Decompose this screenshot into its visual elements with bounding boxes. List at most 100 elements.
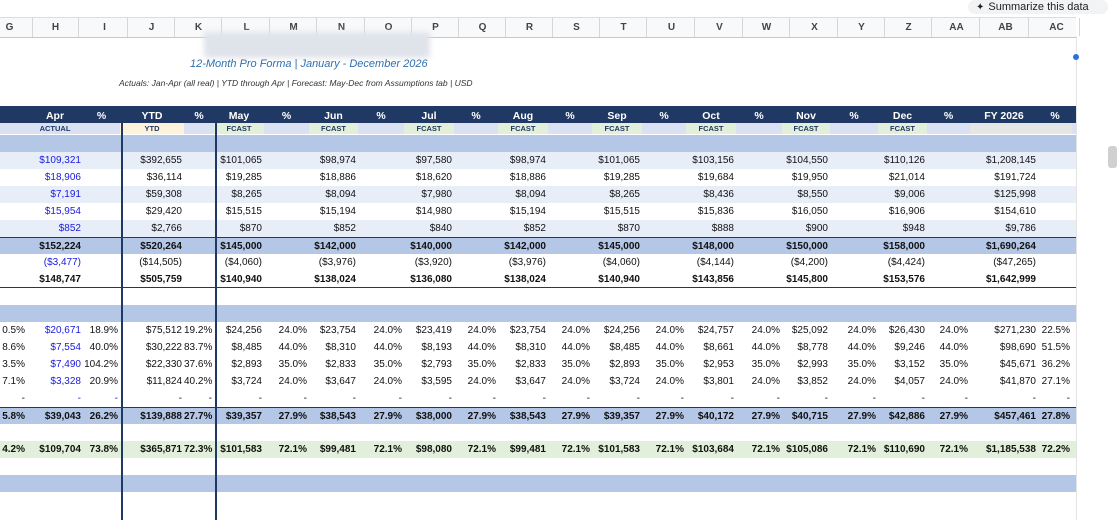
- row-15-col-0[interactable]: -: [0, 390, 27, 407]
- row-8-col-5[interactable]: $140,940: [214, 271, 264, 287]
- row-15-col-1[interactable]: -: [27, 390, 83, 407]
- row-4-col-17[interactable]: $16,050: [782, 203, 830, 220]
- row-16-col-3[interactable]: $139,888: [120, 408, 184, 424]
- row-8-col-3[interactable]: $505,759: [120, 271, 184, 287]
- row-13-col-6[interactable]: 35.0%: [264, 356, 309, 373]
- row-14-col-18[interactable]: 24.0%: [830, 373, 878, 390]
- subheader-col-21[interactable]: [970, 123, 1038, 134]
- row-6-col-4[interactable]: [184, 238, 214, 254]
- subheader-col-5[interactable]: FCAST: [214, 123, 264, 134]
- subheader-col-10[interactable]: [454, 123, 498, 134]
- row-3-col-19[interactable]: $9,006: [878, 186, 927, 203]
- subheader-col-6[interactable]: [264, 123, 309, 134]
- summarize-button[interactable]: ✦ Summarize this data: [968, 0, 1108, 14]
- row-7-col-18[interactable]: [830, 254, 878, 271]
- row-14-col-1[interactable]: $3,328: [27, 373, 83, 390]
- subheader-col-16[interactable]: [736, 123, 782, 134]
- row-16-col-21[interactable]: $457,461: [970, 408, 1038, 424]
- row-6-col-18[interactable]: [830, 238, 878, 254]
- row-18-col-20[interactable]: 72.1%: [927, 441, 970, 458]
- row-2-col-7[interactable]: $18,886: [309, 169, 358, 186]
- row-14-col-16[interactable]: 24.0%: [736, 373, 782, 390]
- row-7-col-2[interactable]: [83, 254, 120, 271]
- row-11-col-16[interactable]: 24.0%: [736, 322, 782, 339]
- row-14-col-7[interactable]: $3,647: [309, 373, 358, 390]
- row-11-col-2[interactable]: 18.9%: [83, 322, 120, 339]
- row-4-col-8[interactable]: [358, 203, 404, 220]
- row-16-col-9[interactable]: $38,000: [404, 408, 454, 424]
- row-6-col-7[interactable]: $142,000: [309, 238, 358, 254]
- row-18-col-0[interactable]: 4.2%: [0, 441, 27, 458]
- row-15-col-21[interactable]: -: [970, 390, 1038, 407]
- row-8-col-12[interactable]: [548, 271, 592, 287]
- row-15-col-15[interactable]: -: [686, 390, 736, 407]
- vertical-scrollbar[interactable]: [1108, 146, 1117, 168]
- row-6-col-1[interactable]: $152,224: [27, 238, 83, 254]
- header-col-2[interactable]: %: [83, 106, 120, 123]
- row-15-col-17[interactable]: -: [782, 390, 830, 407]
- header-col-11[interactable]: Aug: [498, 106, 548, 123]
- row-5-col-1[interactable]: $852: [27, 220, 83, 237]
- header-col-9[interactable]: Jul: [404, 106, 454, 123]
- row-16-col-10[interactable]: 27.9%: [454, 408, 498, 424]
- row-8-col-0[interactable]: [0, 271, 27, 287]
- row-6-col-17[interactable]: $150,000: [782, 238, 830, 254]
- column-letter-x[interactable]: X: [792, 18, 838, 37]
- row-18-col-5[interactable]: $101,583: [214, 441, 264, 458]
- row-1-col-10[interactable]: [454, 152, 498, 169]
- row-1-col-1[interactable]: $109,321: [27, 152, 83, 169]
- row-11-col-19[interactable]: $26,430: [878, 322, 927, 339]
- row-15-col-11[interactable]: -: [498, 390, 548, 407]
- row-13-col-4[interactable]: 37.6%: [184, 356, 214, 373]
- row-4-col-20[interactable]: [927, 203, 970, 220]
- row-7-col-6[interactable]: [264, 254, 309, 271]
- row-18-col-9[interactable]: $98,080: [404, 441, 454, 458]
- header-col-5[interactable]: May: [214, 106, 264, 123]
- row-3-col-8[interactable]: [358, 186, 404, 203]
- row-3-col-6[interactable]: [264, 186, 309, 203]
- row-12-col-19[interactable]: $9,246: [878, 339, 927, 356]
- row-16-col-18[interactable]: 27.9%: [830, 408, 878, 424]
- row-13-col-16[interactable]: 35.0%: [736, 356, 782, 373]
- row-15-col-4[interactable]: -: [184, 390, 214, 407]
- row-6-col-10[interactable]: [454, 238, 498, 254]
- row-11-col-17[interactable]: $25,092: [782, 322, 830, 339]
- header-col-15[interactable]: Oct: [686, 106, 736, 123]
- column-header-bar[interactable]: G H I J K L M N O P Q R S T U V W X Y Z AA AB AC: [0, 17, 1080, 38]
- row-12-col-20[interactable]: 44.0%: [927, 339, 970, 356]
- row-4-col-3[interactable]: $29,420: [120, 203, 184, 220]
- row-1-col-8[interactable]: [358, 152, 404, 169]
- row-6-col-16[interactable]: [736, 238, 782, 254]
- header-col-12[interactable]: %: [548, 106, 592, 123]
- row-3-col-11[interactable]: $8,094: [498, 186, 548, 203]
- row-5-col-15[interactable]: $888: [686, 220, 736, 237]
- row-3-col-7[interactable]: $8,094: [309, 186, 358, 203]
- row-15-col-13[interactable]: -: [592, 390, 642, 407]
- row-15-col-7[interactable]: -: [309, 390, 358, 407]
- row-5-col-16[interactable]: [736, 220, 782, 237]
- row-13-col-19[interactable]: $3,152: [878, 356, 927, 373]
- row-13-col-1[interactable]: $7,490: [27, 356, 83, 373]
- header-col-3[interactable]: YTD: [120, 106, 184, 123]
- row-16-col-12[interactable]: 27.9%: [548, 408, 592, 424]
- row-4-col-21[interactable]: $154,610: [970, 203, 1038, 220]
- subheader-col-13[interactable]: FCAST: [592, 123, 642, 134]
- row-6-col-0[interactable]: [0, 238, 27, 254]
- row-7-col-22[interactable]: [1038, 254, 1072, 271]
- row-1-col-19[interactable]: $110,126: [878, 152, 927, 169]
- row-4-col-15[interactable]: $15,836: [686, 203, 736, 220]
- row-15-col-22[interactable]: -: [1038, 390, 1072, 407]
- row-2-col-9[interactable]: $18,620: [404, 169, 454, 186]
- row-5-col-10[interactable]: [454, 220, 498, 237]
- row-7-col-5[interactable]: ($4,060): [214, 254, 264, 271]
- column-letter-i[interactable]: I: [82, 18, 128, 37]
- row-12-col-14[interactable]: 44.0%: [642, 339, 686, 356]
- header-col-19[interactable]: Dec: [878, 106, 927, 123]
- row-1-col-11[interactable]: $98,974: [498, 152, 548, 169]
- row-7-col-20[interactable]: [927, 254, 970, 271]
- column-letter-g[interactable]: G: [0, 18, 33, 37]
- row-11-col-10[interactable]: 24.0%: [454, 322, 498, 339]
- subheader-col-1[interactable]: ACTUAL: [27, 123, 83, 134]
- row-3-col-5[interactable]: $8,265: [214, 186, 264, 203]
- header-col-6[interactable]: %: [264, 106, 309, 123]
